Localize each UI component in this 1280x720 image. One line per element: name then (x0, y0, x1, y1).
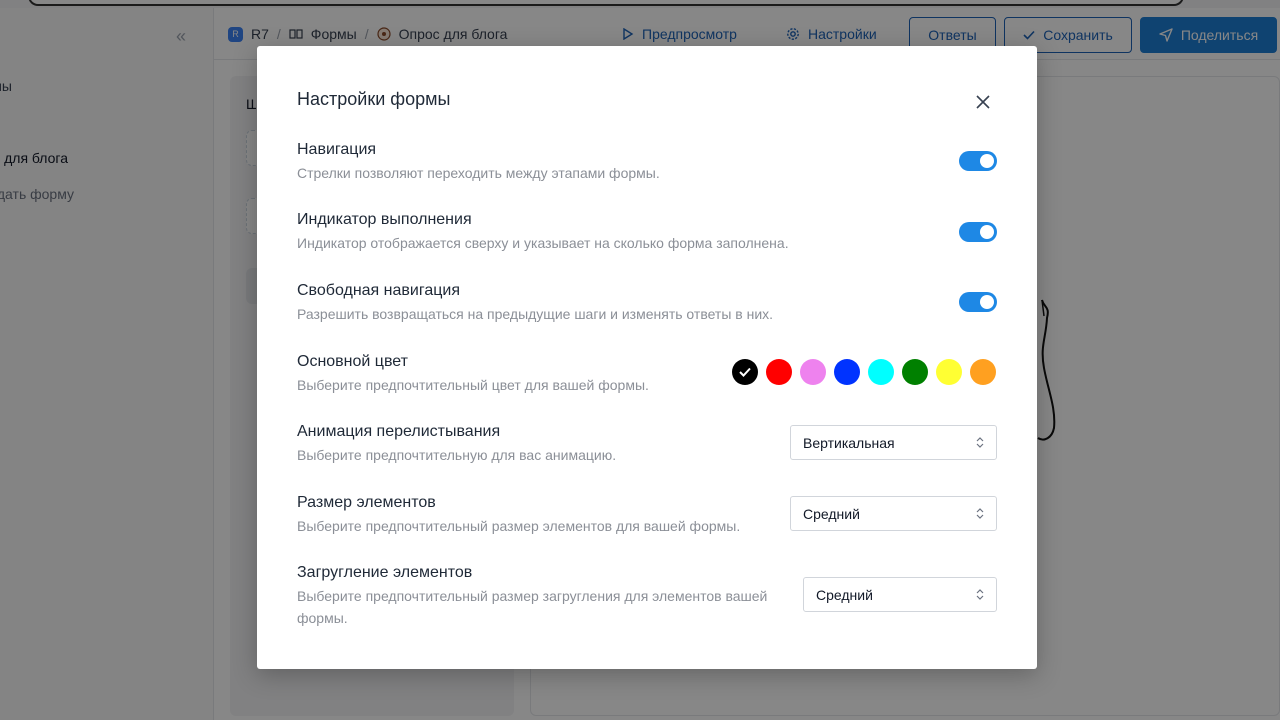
color-swatch[interactable] (970, 359, 996, 385)
animation-select[interactable]: Вертикальная (790, 425, 997, 460)
element-rounding-select[interactable]: Средний (803, 577, 997, 612)
color-swatch[interactable] (902, 359, 928, 385)
setting-progress-indicator: Индикатор выполнения Индикатор отображае… (297, 210, 997, 254)
toggle-knob (980, 225, 994, 239)
color-swatch[interactable] (732, 359, 758, 385)
setting-description: Разрешить возвращаться на предыдущие шаг… (297, 306, 774, 322)
check-icon (739, 367, 751, 377)
color-swatches (732, 359, 996, 385)
form-settings-dialog: Настройки формы Навигация Стрелки позвол… (257, 46, 1037, 669)
color-swatch[interactable] (766, 359, 792, 385)
setting-description: Выберите предпочтительный размер загругл… (297, 588, 768, 626)
close-button[interactable] (970, 89, 996, 115)
setting-description: Индикатор отображается сверху и указывае… (297, 235, 789, 251)
setting-label: Индикатор выполнения (297, 211, 472, 228)
setting-description: Стрелки позволяют переходить между этапа… (297, 165, 660, 181)
setting-free-navigation: Свободная навигация Разрешить возвращать… (297, 281, 997, 325)
close-icon (976, 95, 990, 109)
chevron-up-down-icon (976, 589, 984, 600)
select-value: Вертикальная (803, 434, 895, 451)
navigation-toggle[interactable] (959, 151, 997, 171)
dialog-title: Настройки формы (297, 89, 451, 109)
select-value: Средний (803, 505, 860, 522)
select-value: Средний (816, 586, 873, 603)
color-swatch[interactable] (834, 359, 860, 385)
color-swatch[interactable] (868, 359, 894, 385)
color-swatch[interactable] (800, 359, 826, 385)
setting-label: Навигация (297, 141, 377, 158)
chevron-up-down-icon (976, 437, 984, 448)
element-size-select[interactable]: Средний (790, 496, 997, 531)
progress-indicator-toggle[interactable] (959, 222, 997, 242)
color-swatch[interactable] (936, 359, 962, 385)
setting-label: Свободная навигация (297, 282, 460, 299)
chevron-up-down-icon (976, 508, 984, 519)
toggle-knob (980, 154, 994, 168)
toggle-knob (980, 295, 994, 309)
setting-navigation: Навигация Стрелки позволяют переходить м… (297, 140, 997, 184)
free-navigation-toggle[interactable] (959, 292, 997, 312)
